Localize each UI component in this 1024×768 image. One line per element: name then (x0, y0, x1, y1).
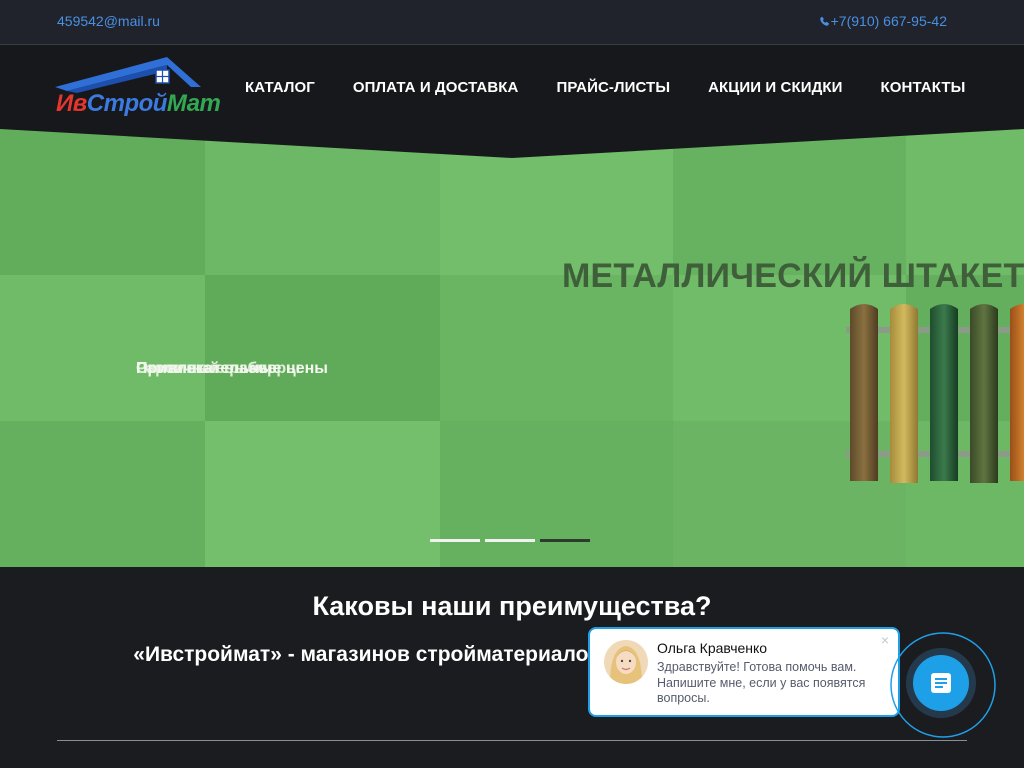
bg-tile (440, 275, 673, 421)
hero-slider: МЕТАЛЛИЧЕСКИЙ ШТАКЕТНИК Огромный выбор Р… (0, 129, 1024, 567)
phone-link[interactable]: +7(910) 667-95-42 (819, 13, 947, 29)
hero-title: МЕТАЛЛИЧЕСКИЙ ШТАКЕТНИК (562, 257, 1024, 295)
caption-layer: Привлекательные цены (136, 360, 328, 377)
chat-popup[interactable]: Ольга Кравченко Здравствуйте! Готова пом… (588, 627, 900, 717)
nav-item-promotions[interactable]: АКЦИИ И СКИДКИ (689, 79, 861, 96)
avatar (604, 640, 648, 684)
bg-tile (0, 275, 205, 421)
divider (57, 740, 967, 741)
top-bar: 459542@mail.ru +7(910) 667-95-42 (0, 0, 1024, 44)
slider-dot-1[interactable] (430, 539, 480, 542)
chat-message: Здравствуйте! Готова помочь вам. Напишит… (657, 660, 866, 705)
bg-tile (0, 421, 205, 567)
logo-text: ИвСтройМат (56, 90, 221, 117)
slider-dot-2[interactable] (485, 539, 535, 542)
nav-item-price-lists[interactable]: ПРАЙС-ЛИСТЫ (537, 79, 689, 96)
slider-dot-3[interactable] (540, 539, 590, 542)
nav-item-catalog[interactable]: КАТАЛОГ (226, 79, 334, 96)
chat-open-button[interactable] (887, 628, 997, 742)
slider-dots (430, 539, 590, 542)
nav-item-contacts[interactable]: КОНТАКТЫ (862, 79, 985, 96)
advantages-title: Каковы наши преимущества? (312, 591, 712, 621)
site-logo[interactable]: ИвСтройМат (55, 57, 221, 119)
phone-icon (819, 16, 829, 26)
chat-operator-name: Ольга Кравченко (657, 640, 768, 656)
bg-tile (205, 421, 440, 567)
header-notch (0, 128, 1024, 158)
main-nav: КАТАЛОГ ОПЛАТА И ДОСТАВКА ПРАЙС-ЛИСТЫ АК… (226, 45, 984, 130)
phone-number: +7(910) 667-95-42 (830, 13, 947, 29)
bg-tile (440, 421, 673, 567)
site-header: ИвСтройМат КАТАЛОГ ОПЛАТА И ДОСТАВКА ПРА… (0, 44, 1024, 129)
nav-item-payment-delivery[interactable]: ОПЛАТА И ДОСТАВКА (334, 79, 538, 96)
email-link[interactable]: 459542@mail.ru (57, 13, 160, 29)
chat-icon (931, 673, 951, 693)
bg-tile (205, 275, 440, 421)
picket-fence-image (846, 304, 1024, 483)
